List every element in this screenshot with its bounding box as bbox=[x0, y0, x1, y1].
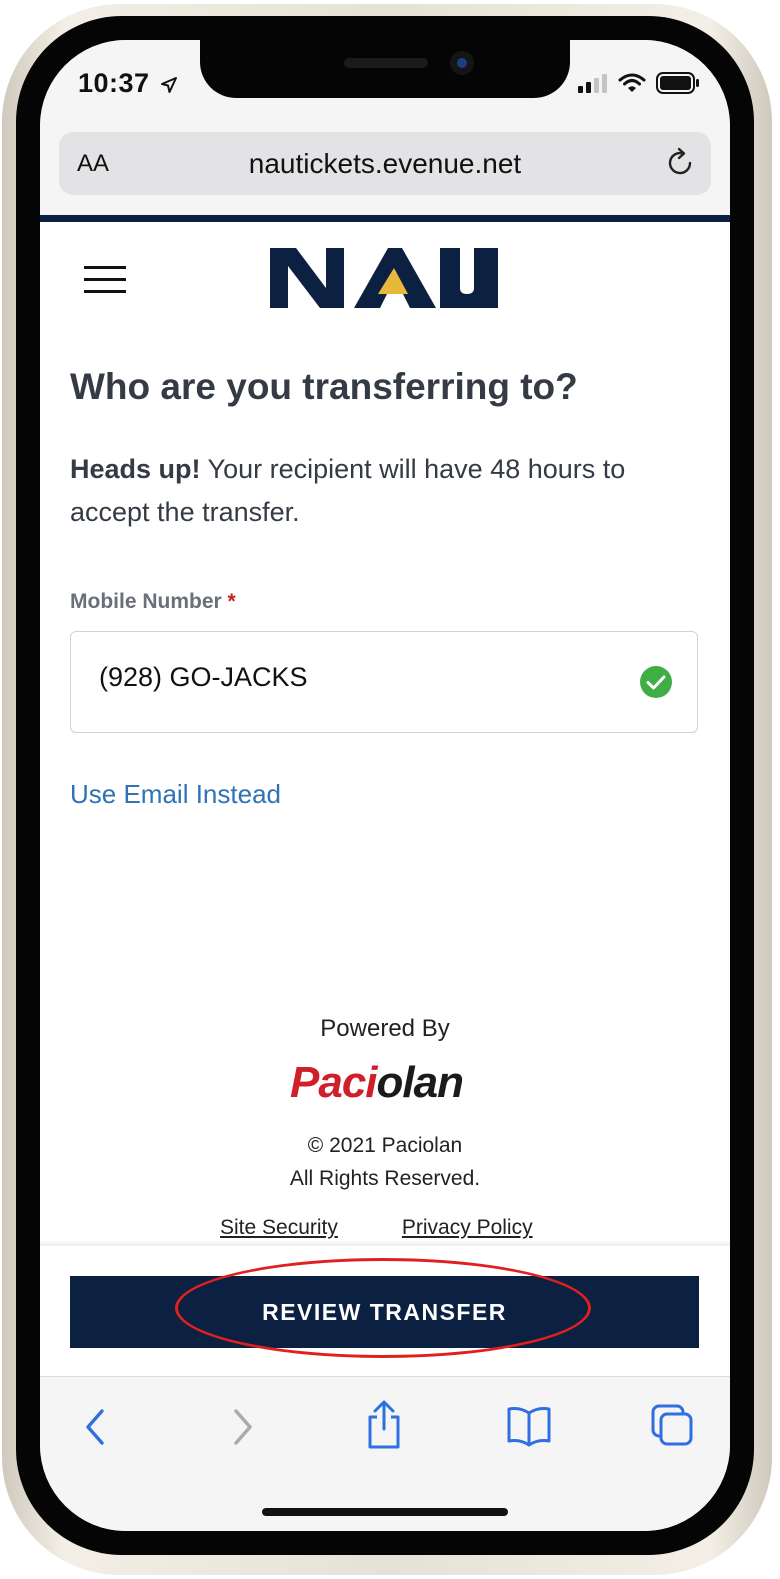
reload-icon bbox=[668, 147, 692, 175]
time-text: 10:37 bbox=[78, 68, 150, 98]
copyright-block: © 2021 Paciolan All Rights Reserved. bbox=[40, 1129, 730, 1195]
battery-icon bbox=[656, 72, 699, 94]
site-security-link[interactable]: Site Security bbox=[220, 1216, 338, 1239]
mobile-number-input[interactable] bbox=[99, 662, 619, 693]
sticky-action-bar: REVIEW TRANSFER bbox=[40, 1246, 730, 1376]
transfer-note: Heads up! Your recipient will have 48 ho… bbox=[70, 448, 700, 534]
home-indicator[interactable] bbox=[262, 1508, 508, 1516]
rights-text: All Rights Reserved. bbox=[289, 1167, 481, 1190]
header-accent-line bbox=[40, 215, 730, 222]
reload-button[interactable] bbox=[663, 146, 697, 185]
tabs-icon[interactable] bbox=[650, 1403, 694, 1447]
mobile-number-field[interactable] bbox=[70, 631, 698, 733]
page-title: Who are you transferring to? bbox=[70, 366, 578, 407]
bookmarks-icon[interactable] bbox=[506, 1405, 552, 1447]
nau-logo[interactable] bbox=[270, 246, 500, 315]
url-text[interactable]: nautickets.evenue.net bbox=[59, 148, 711, 180]
use-email-link[interactable]: Use Email Instead bbox=[70, 779, 281, 810]
privacy-policy-link[interactable]: Privacy Policy bbox=[402, 1216, 533, 1239]
phone-screen: 10:37 AA nautickets.evenue.net Who are y… bbox=[40, 40, 730, 1531]
back-icon[interactable] bbox=[82, 1407, 110, 1447]
paciolan-logo-part1: Paci bbox=[290, 1058, 378, 1107]
signal-icon bbox=[578, 74, 607, 93]
review-transfer-button[interactable]: REVIEW TRANSFER bbox=[70, 1276, 699, 1348]
status-icons bbox=[578, 68, 700, 98]
location-arrow-icon bbox=[160, 76, 177, 93]
copyright-text: © 2021 Paciolan bbox=[307, 1134, 463, 1157]
forward-icon[interactable] bbox=[228, 1407, 256, 1447]
url-bar[interactable]: AA nautickets.evenue.net bbox=[59, 132, 711, 195]
nau-logo-graphic bbox=[270, 248, 498, 308]
share-icon[interactable] bbox=[364, 1399, 404, 1451]
wifi-icon bbox=[618, 73, 646, 92]
powered-by-text: Powered By bbox=[320, 1015, 450, 1042]
check-circle-icon bbox=[640, 666, 672, 698]
paciolan-logo-part2: olan bbox=[376, 1058, 464, 1107]
required-marker: * bbox=[227, 590, 236, 613]
speaker-grille bbox=[344, 58, 428, 68]
front-camera bbox=[450, 51, 474, 75]
status-time: 10:37 bbox=[78, 68, 178, 99]
phone-notch bbox=[200, 40, 570, 98]
mobile-number-label: Mobile Number * bbox=[70, 590, 236, 614]
note-emphasis: Heads up! bbox=[70, 454, 201, 484]
paciolan-logo[interactable]: Paciolan bbox=[290, 1058, 464, 1108]
mobile-label-text: Mobile Number bbox=[70, 590, 222, 613]
footer-links: Site Security Privacy Policy bbox=[220, 1216, 533, 1240]
hamburger-menu-icon[interactable] bbox=[84, 266, 126, 293]
